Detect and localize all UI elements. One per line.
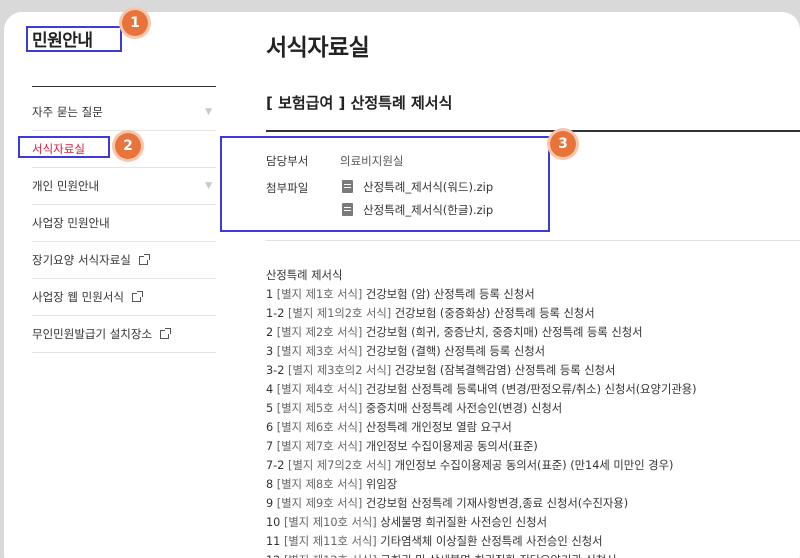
form-list-item: 3 [별지 제3호 서식] 건강보험 (결핵) 산정특례 등록 신청서 <box>266 342 697 361</box>
attachment-filename: 산정특례_제서식(워드).zip <box>363 180 494 194</box>
sidebar-item-label: 장기요양 서식자료실 <box>32 253 131 267</box>
form-list-item: 3-2 [별지 제3호의2 서식] 건강보험 (잠복결핵감염) 산정특례 등록 … <box>266 361 697 380</box>
form-description: 건강보험 (중증화상) 산정특례 등록 신청서 <box>394 307 595 320</box>
form-number: 9 <box>266 497 277 510</box>
form-list-item: 2 [별지 제2호 서식] 건강보험 (희귀, 중증난치, 중증치매) 산정특례… <box>266 323 697 342</box>
form-list-item: 4 [별지 제4호 서식] 건강보험 산정특례 등록내역 (변경/판정오류/취소… <box>266 380 697 399</box>
sidebar-item-kiosk-locations[interactable]: 무인민원발급기 설치장소 <box>32 316 216 353</box>
info-divider <box>266 240 800 241</box>
form-number: 3 <box>266 345 277 358</box>
form-list-item: 1-2 [별지 제1의2호 서식] 건강보험 (중증화상) 산정특례 등록 신청… <box>266 304 697 323</box>
file-icon <box>342 203 353 216</box>
form-description: 건강보험 (암) 산정특례 등록 신청서 <box>365 288 535 301</box>
form-number: 3-2 <box>266 364 289 377</box>
form-number: 12 <box>266 554 284 558</box>
form-list-items: 1 [별지 제1호 서식] 건강보험 (암) 산정특례 등록 신청서 1-2 [… <box>266 285 697 558</box>
form-code: [별지 제4호 서식] <box>276 383 366 396</box>
form-description: 건강보험 산정특례 기재사항변경,종료 신청서(수진자용) <box>365 497 629 510</box>
sidebar-item-label: 무인민원발급기 설치장소 <box>32 327 153 341</box>
external-link-icon <box>159 328 171 339</box>
form-number: 6 <box>266 421 277 434</box>
form-code: [별지 제3호 서식] <box>276 345 366 358</box>
form-description: 산정특례 개인정보 열람 요구서 <box>365 421 512 434</box>
form-list-heading: 산정특례 제서식 <box>266 269 343 282</box>
form-code: [별지 제7호 서식] <box>276 440 366 453</box>
sidebar-item-label: 개인 민원안내 <box>32 179 100 193</box>
form-code: [별지 제8호 서식] <box>276 478 366 491</box>
form-number: 11 <box>266 535 284 548</box>
form-list-item: 1 [별지 제1호 서식] 건강보험 (암) 산정특례 등록 신청서 <box>266 285 697 304</box>
form-description: 건강보험 (잠복결핵감염) 산정특례 등록 신청서 <box>394 364 616 377</box>
form-list-item: 8 [별지 제8호 서식] 위임장 <box>266 475 697 494</box>
form-description: 기타염색체 이상질환 산정특례 사전승인 신청서 <box>380 535 603 548</box>
sidebar-item-label: 사업장 웹 민원서식 <box>32 290 124 304</box>
form-description: 건강보험 (희귀, 중증난치, 중증치매) 산정특례 등록 신청서 <box>365 326 643 339</box>
form-code: [별지 제11호 서식] <box>283 535 381 548</box>
form-list-item: 6 [별지 제6호 서식] 산정특례 개인정보 열람 요구서 <box>266 418 697 437</box>
form-code: [별지 제5호 서식] <box>276 402 366 415</box>
form-description: 극희귀 및 상세불명 희귀질환 진단요양기관 신청서 <box>380 554 616 558</box>
form-number: 1 <box>266 288 277 301</box>
form-code: [별지 제3호의2 서식] <box>288 364 395 377</box>
sidebar-item-label: 사업장 민원안내 <box>32 216 110 230</box>
form-description: 중증치매 산정특례 사전승인(변경) 신청서 <box>365 402 563 415</box>
form-number: 2 <box>266 326 277 339</box>
form-number: 10 <box>266 516 284 529</box>
form-code: [별지 제7의2호 서식] <box>288 459 395 472</box>
annotation-badge-3: 3 <box>550 131 576 157</box>
form-list-item: 7 [별지 제7호 서식] 개인정보 수집이용제공 동의서(표준) <box>266 437 697 456</box>
form-code: [별지 제12호 서식] <box>284 554 380 558</box>
file-icon <box>342 180 353 193</box>
form-list: 산정특례 제서식 1 [별지 제1호 서식] 건강보험 (암) 산정특례 등록 … <box>266 266 697 558</box>
form-list-item: 5 [별지 제5호 서식] 중증치매 산정특례 사전승인(변경) 신청서 <box>266 399 697 418</box>
annotation-badge-1: 1 <box>122 10 148 36</box>
form-list-item: 10 [별지 제10호 서식] 상세불명 희귀질환 사전승인 신청서 <box>266 513 697 532</box>
form-code: [별지 제1호 서식] <box>276 288 366 301</box>
sidebar-item-web-forms[interactable]: 사업장 웹 민원서식 <box>32 279 216 316</box>
section-divider <box>266 130 800 132</box>
sidebar-item-personal-guide[interactable]: 개인 민원안내 ▼ <box>32 168 216 205</box>
attachment-link-hwp[interactable]: 산정특례_제서식(한글).zip <box>342 202 493 218</box>
sidebar-item-longterm-forms[interactable]: 장기요양 서식자료실 <box>32 242 216 279</box>
form-code: [별지 제10호 서식] <box>283 516 381 529</box>
dept-value: 의료비지원실 <box>340 154 404 168</box>
sidebar-divider <box>32 86 216 87</box>
sidebar-item-business-guide[interactable]: 사업장 민원안내 <box>32 205 216 242</box>
chevron-down-icon: ▼ <box>205 107 212 117</box>
form-description: 건강보험 산정특례 등록내역 (변경/판정오류/취소) 신청서(요양기관용) <box>365 383 697 396</box>
form-description: 개인정보 수집이용제공 동의서(표준) (만14세 미만인 경우) <box>394 459 674 472</box>
sidebar-item-faq[interactable]: 자주 묻는 질문 ▼ <box>32 94 216 131</box>
page-title: 서식자료실 <box>266 35 370 61</box>
external-link-icon <box>138 254 150 265</box>
external-link-icon <box>131 291 143 302</box>
form-code: [별지 제6호 서식] <box>276 421 366 434</box>
form-number: 7 <box>266 440 277 453</box>
dept-label: 담당부서 <box>266 154 309 168</box>
attachment-link-word[interactable]: 산정특례_제서식(워드).zip <box>342 179 493 195</box>
form-description: 상세불명 희귀질환 사전승인 신청서 <box>380 516 547 529</box>
form-list-item: 11 [별지 제11호 서식] 기타염색체 이상질환 산정특례 사전승인 신청서 <box>266 532 697 551</box>
form-description: 위임장 <box>365 478 398 491</box>
form-code: [별지 제2호 서식] <box>276 326 366 339</box>
form-code: [별지 제1의2호 서식] <box>288 307 395 320</box>
form-number: 5 <box>266 402 277 415</box>
annotation-box-2 <box>18 136 110 158</box>
form-list-item: 7-2 [별지 제7의2호 서식] 개인정보 수집이용제공 동의서(표준) (만… <box>266 456 697 475</box>
form-code: [별지 제9호 서식] <box>276 497 366 510</box>
annotation-badge-2: 2 <box>115 133 141 159</box>
form-description: 건강보험 (결핵) 산정특례 등록 신청서 <box>365 345 545 358</box>
attach-label: 첨부파일 <box>266 181 309 195</box>
form-number: 4 <box>266 383 277 396</box>
form-number: 8 <box>266 478 277 491</box>
form-list-item: 12 [별지 제12호 서식] 극희귀 및 상세불명 희귀질환 진단요양기관 신… <box>266 551 697 558</box>
form-number: 7-2 <box>266 459 289 472</box>
form-description: 개인정보 수집이용제공 동의서(표준) <box>365 440 538 453</box>
form-list-item: 9 [별지 제9호 서식] 건강보험 산정특례 기재사항변경,종료 신청서(수진… <box>266 494 697 513</box>
sidebar-item-label: 자주 묻는 질문 <box>32 105 103 119</box>
form-number: 1-2 <box>266 307 289 320</box>
attachment-filename: 산정특례_제서식(한글).zip <box>363 203 494 217</box>
chevron-down-icon: ▼ <box>205 181 212 191</box>
section-title: [ 보험급여 ] 산정특례 제서식 <box>266 94 453 112</box>
sidebar-title: 민원안내 <box>32 31 93 51</box>
